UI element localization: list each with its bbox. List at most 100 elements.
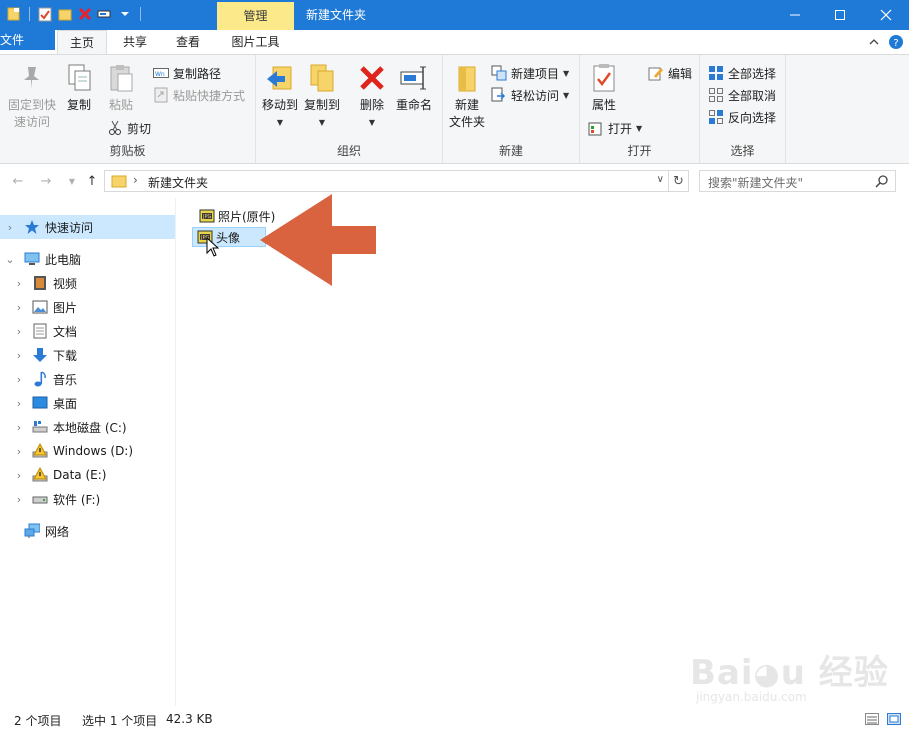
expand-chevron-icon[interactable]: › — [14, 373, 24, 386]
expand-chevron-icon[interactable]: › — [14, 301, 24, 314]
selection-count: 选中 1 个项目 — [82, 714, 158, 728]
tab-manage-context[interactable]: 管理 — [217, 2, 294, 30]
invert-selection-button[interactable]: 反向选择 — [708, 107, 776, 127]
nav-item-drive-c[interactable]: › 本地磁盘 (C:) — [0, 415, 175, 439]
delete-icon[interactable] — [77, 5, 93, 23]
nav-item-music[interactable]: › 音乐 — [0, 367, 175, 391]
nav-item-drive-f[interactable]: › 软件 (F:) — [0, 487, 175, 511]
mouse-cursor-icon — [206, 236, 220, 260]
breadcrumb-current-folder[interactable]: 新建文件夹 — [148, 174, 208, 191]
select-all-button[interactable]: 全部选择 — [708, 63, 776, 83]
properties-icon[interactable] — [37, 5, 53, 23]
expand-chevron-icon[interactable]: › — [14, 469, 24, 482]
easy-access-label: 轻松访问 — [511, 88, 560, 103]
properties-button[interactable]: 属性 — [586, 61, 622, 114]
help-icon[interactable]: ? — [888, 34, 904, 50]
forward-arrow-icon[interactable]: → — [38, 173, 54, 189]
new-item-button[interactable]: 新建项目 ▼ — [491, 63, 569, 83]
rename-icon[interactable] — [97, 5, 113, 23]
nav-item-network[interactable]: 网络 — [0, 519, 175, 543]
details-view-icon[interactable] — [864, 712, 880, 726]
search-icon[interactable] — [875, 174, 889, 191]
refresh-icon[interactable]: ↻ — [668, 171, 688, 191]
cut-button[interactable]: 剪切 — [107, 118, 151, 138]
close-button[interactable] — [863, 0, 909, 30]
tab-picture-tools[interactable]: 图片工具 — [217, 30, 294, 54]
select-all-label: 全部选择 — [728, 66, 777, 81]
nav-item-this-pc[interactable]: ⌄ 此电脑 — [0, 247, 175, 271]
open-icon — [588, 120, 604, 136]
new-folder-label-line2: 文件夹 — [448, 115, 485, 129]
pin-label-line1: 固定到快 — [7, 98, 56, 112]
paste-icon — [104, 61, 138, 95]
select-none-button[interactable]: 全部取消 — [708, 85, 776, 105]
new-folder-button[interactable]: 新建 文件夹 — [447, 61, 487, 131]
list-item[interactable]: JPG 头像 — [192, 227, 266, 247]
expand-chevron-icon[interactable]: › — [14, 397, 24, 410]
copy-path-icon: Wn — [153, 65, 169, 81]
move-to-chevron-down-icon: ▼ — [276, 118, 284, 127]
organize-group-label: 组织 — [336, 144, 361, 158]
pin-icon — [15, 61, 49, 95]
paste-button[interactable]: 粘贴 — [100, 61, 142, 114]
open-chevron-down-icon: ▼ — [636, 123, 643, 133]
selection-size: 42.3 KB — [166, 712, 213, 726]
nav-item-pictures[interactable]: › 图片 — [0, 295, 175, 319]
paste-shortcut-button[interactable]: 粘贴快捷方式 — [153, 85, 245, 105]
delete-button[interactable]: 删除 ▼ — [354, 61, 390, 131]
address-dropdown-chevron-icon[interactable]: ∨ — [657, 174, 664, 185]
watermark-logo: Bai◕u 经验 jingyan.baidu.com — [690, 653, 889, 704]
copy-path-button[interactable]: Wn 复制路径 — [153, 63, 221, 83]
clipboard-group: 固定到快 速访问 复制 粘贴 Wn 复制路径 粘贴快捷方式 剪切 剪贴板 — [0, 55, 256, 163]
customize-toolbar-chevron-icon[interactable] — [117, 5, 133, 23]
search-box[interactable]: 搜索"新建文件夹" — [699, 170, 896, 192]
nav-item-desktop[interactable]: › 桌面 — [0, 391, 175, 415]
tab-home[interactable]: 主页 — [57, 30, 107, 55]
recent-locations-chevron-icon[interactable]: ▼ — [64, 173, 80, 189]
easy-access-button[interactable]: 轻松访问 ▼ — [491, 85, 569, 105]
new-folder-icon[interactable] — [57, 5, 73, 23]
nav-item-documents[interactable]: › 文档 — [0, 319, 175, 343]
copy-to-chevron-down-icon: ▼ — [318, 118, 326, 127]
expand-chevron-icon[interactable]: › — [14, 445, 24, 458]
nav-item-quick-access[interactable]: › 快速访问 — [0, 215, 175, 239]
copy-button[interactable]: 复制 — [60, 61, 98, 114]
easy-access-chevron-down-icon: ▼ — [563, 90, 570, 100]
open-button[interactable]: 打开 ▼ — [588, 118, 642, 138]
move-to-button[interactable]: 移动到 ▼ — [260, 61, 300, 131]
large-icons-view-icon[interactable] — [886, 712, 902, 726]
expand-chevron-icon[interactable]: › — [14, 349, 24, 362]
ribbon-tabs: 文件 主页 共享 查看 图片工具 ? — [0, 30, 909, 55]
tab-share[interactable]: 共享 — [110, 30, 160, 54]
edit-button[interactable]: 编辑 — [648, 63, 692, 83]
svg-text:?: ? — [893, 38, 898, 49]
folder-icon[interactable] — [6, 5, 22, 23]
minimize-ribbon-chevron-icon[interactable] — [866, 34, 882, 50]
expand-chevron-icon[interactable]: › — [14, 493, 24, 506]
video-icon — [32, 275, 48, 291]
nav-item-drive-d[interactable]: › Windows (D:) — [0, 439, 175, 463]
expand-chevron-icon[interactable]: › — [14, 277, 24, 290]
quick-access-toolbar — [6, 5, 144, 23]
nav-item-videos[interactable]: › 视频 — [0, 271, 175, 295]
invert-selection-label: 反向选择 — [728, 110, 777, 125]
tab-file[interactable]: 文件 — [0, 30, 55, 50]
expand-chevron-icon[interactable]: › — [14, 421, 24, 434]
expand-chevron-icon[interactable]: › — [14, 325, 24, 338]
star-icon — [24, 219, 40, 235]
edit-icon — [648, 65, 664, 81]
rename-button[interactable]: 重命名 — [392, 61, 436, 114]
expand-chevron-icon[interactable]: › — [5, 221, 15, 234]
collapse-chevron-icon[interactable]: ⌄ — [5, 253, 15, 266]
nav-item-downloads[interactable]: › 下载 — [0, 343, 175, 367]
up-arrow-icon[interactable]: ↑ — [84, 173, 100, 189]
address-bar[interactable]: › 新建文件夹 ∨ ↻ — [104, 170, 689, 192]
back-arrow-icon[interactable]: ← — [10, 173, 26, 189]
maximize-button[interactable] — [817, 0, 863, 30]
copy-to-button[interactable]: 复制到 ▼ — [302, 61, 342, 131]
nav-item-drive-e[interactable]: › Data (E:) — [0, 463, 175, 487]
nav-label: 网络 — [45, 524, 70, 539]
minimize-button[interactable] — [772, 0, 818, 30]
pin-to-quick-access-button[interactable]: 固定到快 速访问 — [6, 61, 58, 131]
tab-view[interactable]: 查看 — [163, 30, 213, 54]
